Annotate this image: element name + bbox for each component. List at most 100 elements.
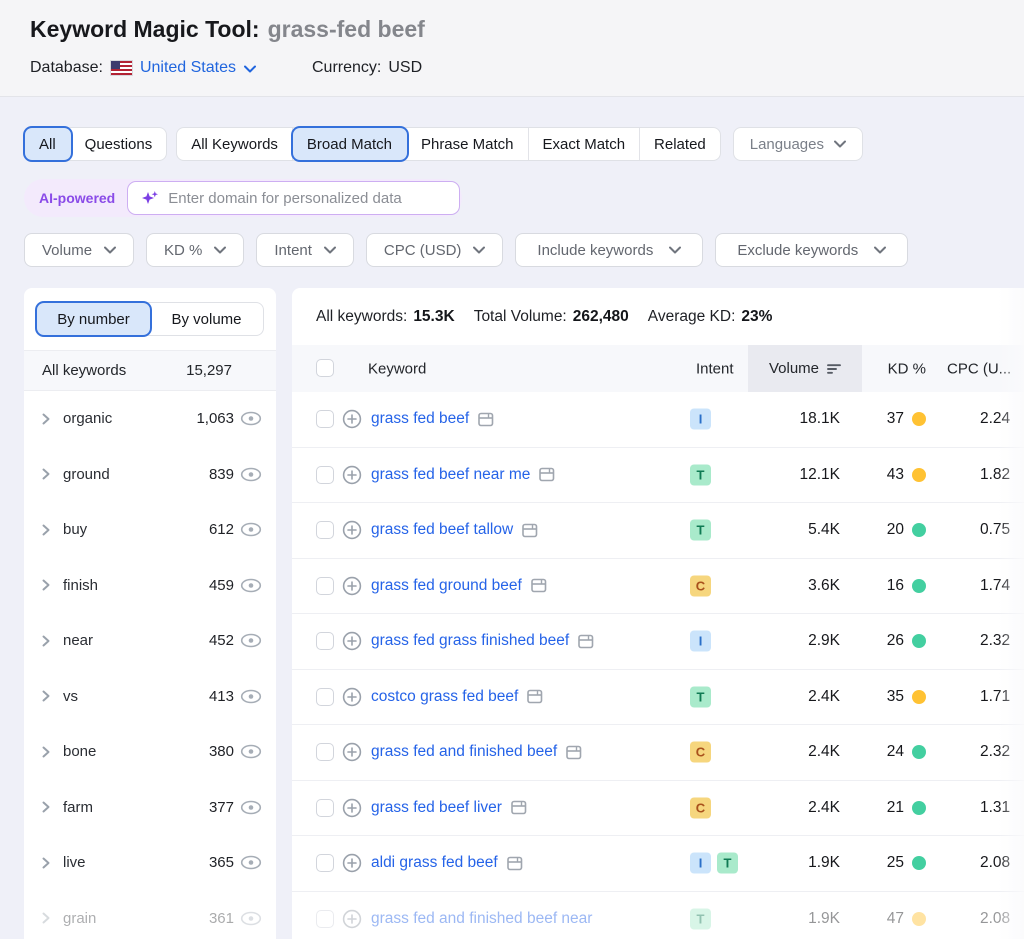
cpc-filter[interactable]: CPC (USD) (365, 233, 504, 267)
chevron-right-icon[interactable] (42, 746, 50, 758)
row-checkbox[interactable] (316, 632, 334, 651)
include-keywords-filter[interactable]: Include keywords (515, 233, 704, 267)
chevron-right-icon[interactable] (42, 524, 50, 536)
chevron-right-icon[interactable] (42, 413, 50, 425)
database-selector[interactable]: United States (140, 59, 236, 77)
keyword-group-item[interactable]: organic 1,063 (24, 391, 276, 447)
kd-value: 43 (886, 465, 904, 483)
keyword-group-item[interactable]: buy 612 (24, 502, 276, 558)
keyword-link[interactable]: grass fed beef liver (371, 799, 502, 817)
keyword-group-item[interactable]: near 452 (24, 613, 276, 669)
tab-exact-match[interactable]: Exact Match (529, 128, 641, 160)
serp-icon[interactable] (531, 578, 547, 593)
column-volume[interactable]: Volume (748, 345, 862, 392)
tab-questions[interactable]: Questions (71, 128, 167, 160)
serp-icon[interactable] (478, 412, 494, 427)
toggle-by-volume[interactable]: By volume (150, 303, 263, 335)
serp-icon[interactable] (527, 689, 543, 704)
tab-phrase-match[interactable]: Phrase Match (407, 128, 529, 160)
chevron-down-icon[interactable] (244, 65, 256, 73)
column-intent[interactable]: Intent (696, 360, 734, 377)
keyword-link[interactable]: aldi grass fed beef (371, 854, 498, 872)
keyword-group-item[interactable]: farm 377 (24, 780, 276, 836)
eye-icon[interactable] (240, 578, 262, 593)
exclude-keywords-filter[interactable]: Exclude keywords (715, 233, 909, 267)
tab-broad-match[interactable]: Broad Match (292, 128, 407, 160)
tab-all[interactable]: All (25, 128, 71, 160)
eye-icon[interactable] (240, 800, 262, 815)
keyword-link[interactable]: grass fed beef tallow (371, 521, 513, 539)
add-to-list-icon[interactable] (342, 742, 362, 762)
keyword-link[interactable]: grass fed grass finished beef (371, 632, 569, 650)
keyword-group-item[interactable]: live 365 (24, 835, 276, 891)
languages-dropdown[interactable]: Languages (732, 127, 863, 161)
keyword-group-item[interactable]: vs 413 (24, 669, 276, 725)
keyword-link[interactable]: grass fed beef near me (371, 466, 530, 484)
keyword-group-item[interactable]: finish 459 (24, 558, 276, 614)
chevron-right-icon[interactable] (42, 468, 50, 480)
column-keyword[interactable]: Keyword (368, 360, 426, 377)
keyword-group-item[interactable]: bone 380 (24, 724, 276, 780)
add-to-list-icon[interactable] (342, 576, 362, 596)
add-to-list-icon[interactable] (342, 853, 362, 873)
eye-icon[interactable] (240, 411, 262, 426)
keyword-link[interactable]: grass fed beef (371, 410, 469, 428)
serp-icon[interactable] (566, 745, 582, 760)
eye-icon[interactable] (240, 522, 262, 537)
keyword-group-item[interactable]: ground 839 (24, 447, 276, 503)
domain-input[interactable] (168, 189, 447, 207)
row-checkbox[interactable] (316, 854, 334, 873)
eye-icon[interactable] (240, 633, 262, 648)
eye-icon[interactable] (240, 855, 262, 870)
keyword-link[interactable]: costco grass fed beef (371, 688, 518, 706)
cpc-value: 1.74 (980, 576, 1011, 594)
add-to-list-icon[interactable] (342, 520, 362, 540)
row-checkbox[interactable] (316, 743, 334, 762)
keyword-link[interactable]: grass fed ground beef (371, 577, 522, 595)
tab-all-keywords[interactable]: All Keywords (177, 128, 293, 160)
toggle-by-number[interactable]: By number (37, 303, 150, 335)
row-checkbox[interactable] (316, 909, 334, 928)
keyword-group-item[interactable]: grain 361 (24, 891, 276, 939)
add-to-list-icon[interactable] (342, 798, 362, 818)
add-to-list-icon[interactable] (342, 687, 362, 707)
serp-icon[interactable] (578, 634, 594, 649)
keyword-link[interactable]: grass fed and finished beef (371, 743, 557, 761)
add-to-list-icon[interactable] (342, 909, 362, 929)
row-checkbox[interactable] (316, 798, 334, 817)
eye-icon[interactable] (240, 689, 262, 704)
us-flag-icon (109, 60, 133, 76)
serp-icon[interactable] (506, 856, 523, 871)
chevron-right-icon[interactable] (42, 801, 50, 813)
row-checkbox[interactable] (316, 687, 334, 706)
serp-icon[interactable] (539, 467, 555, 482)
eye-icon[interactable] (240, 911, 262, 926)
chevron-right-icon[interactable] (42, 690, 50, 702)
row-checkbox[interactable] (316, 521, 334, 540)
row-checkbox[interactable] (316, 576, 334, 595)
volume-filter[interactable]: Volume (24, 233, 135, 267)
add-to-list-icon[interactable] (342, 631, 362, 651)
add-to-list-icon[interactable] (342, 409, 362, 429)
chevron-right-icon[interactable] (42, 579, 50, 591)
all-keywords-row[interactable]: All keywords 15,297 (24, 350, 276, 391)
chevron-right-icon[interactable] (42, 912, 50, 924)
add-to-list-icon[interactable] (342, 465, 362, 485)
serp-icon[interactable] (522, 523, 538, 538)
kd-filter[interactable]: KD % (146, 233, 245, 267)
select-all-checkbox[interactable] (316, 359, 334, 377)
kd-value: 35 (886, 687, 904, 705)
serp-icon[interactable] (511, 800, 527, 815)
column-cpc[interactable]: CPC (U... (947, 360, 1011, 377)
chevron-right-icon[interactable] (42, 857, 50, 869)
eye-icon[interactable] (240, 467, 262, 482)
intent-filter[interactable]: Intent (256, 233, 354, 267)
keywords-table-card: All keywords: 15.3K Total Volume: 262,480 … (292, 288, 1024, 939)
tab-related[interactable]: Related (640, 128, 720, 160)
eye-icon[interactable] (240, 744, 262, 759)
column-kd[interactable]: KD % (862, 360, 926, 377)
chevron-right-icon[interactable] (42, 635, 50, 647)
row-checkbox[interactable] (316, 410, 334, 429)
row-checkbox[interactable] (316, 465, 334, 484)
keyword-link[interactable]: grass fed and finished beef near (371, 910, 592, 928)
